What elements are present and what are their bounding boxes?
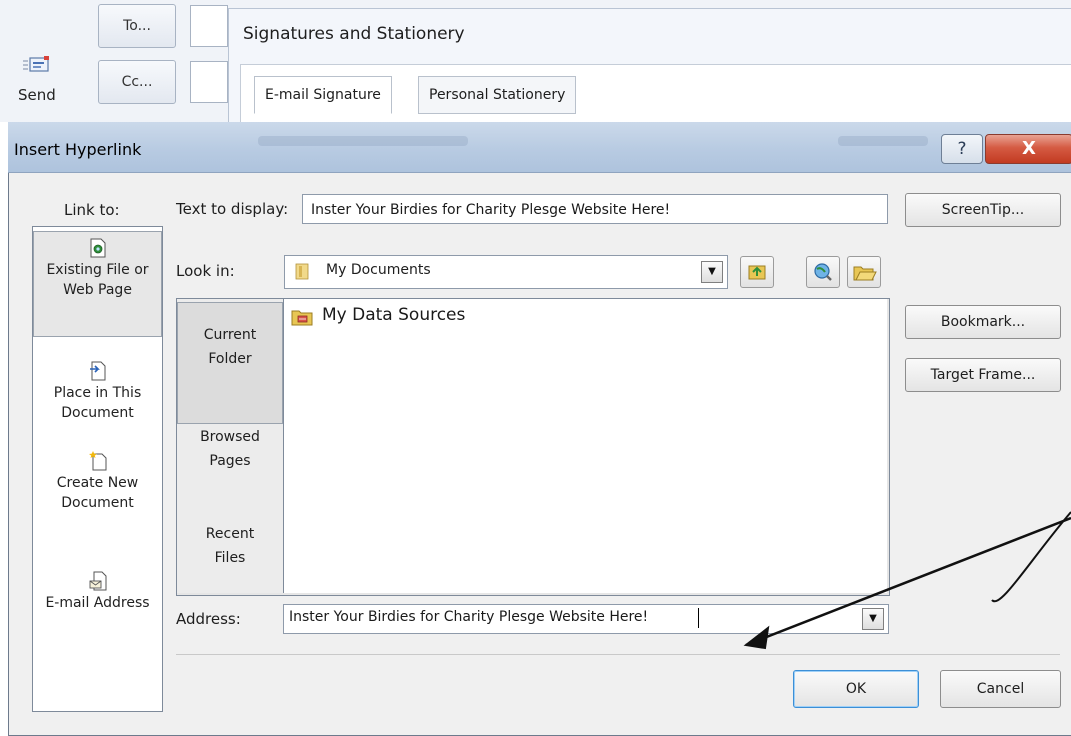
link-to-email-address[interactable]: E-mail Address (33, 565, 162, 613)
cancel-button[interactable]: Cancel (940, 670, 1061, 708)
to-button[interactable]: To... (98, 4, 176, 48)
dialog-title: Insert Hyperlink (14, 140, 142, 159)
file-item-my-data-sources[interactable]: My Data Sources (322, 305, 465, 325)
screentip-button[interactable]: ScreenTip... (905, 193, 1061, 227)
look-in-value: My Documents (326, 262, 431, 278)
folder-icon (295, 263, 309, 280)
browse-web-button[interactable] (806, 256, 840, 288)
send-icon (23, 56, 49, 72)
nav-browsed-pages-line1: Browsed (200, 429, 260, 445)
text-to-display-input[interactable]: Inster Your Birdies for Charity Plesge W… (302, 194, 888, 224)
ok-button[interactable]: OK (793, 670, 919, 708)
data-source-folder-icon (291, 310, 313, 326)
address-label: Address: (176, 610, 241, 628)
to-field[interactable] (190, 5, 228, 47)
link-to-create-new-document[interactable]: Create New Document (33, 445, 162, 513)
tab-personal-stationery[interactable]: Personal Stationery (418, 76, 577, 114)
up-one-folder-button[interactable] (740, 256, 774, 288)
link-to-place-in-document-label: Place in This Document (53, 385, 142, 421)
document-place-icon (89, 361, 105, 381)
cc-button[interactable]: Cc... (98, 60, 176, 104)
send-label: Send (18, 86, 56, 104)
new-document-icon (88, 451, 106, 471)
text-cursor (698, 608, 699, 628)
tab-email-signature[interactable]: E-mail Signature (254, 76, 392, 114)
signatures-dialog-title: Signatures and Stationery (243, 24, 465, 44)
nav-current-folder-line2: Folder (208, 351, 252, 367)
up-folder-icon (748, 265, 766, 280)
dialog-titlebar (8, 122, 1071, 173)
chevron-down-icon: ▼ (708, 266, 716, 277)
nav-current-folder-line1: Current (203, 327, 257, 343)
open-folder-icon (853, 266, 877, 281)
link-to-existing-file[interactable]: Existing File or Web Page (33, 231, 162, 337)
text-to-display-label: Text to display: (176, 200, 289, 218)
close-button[interactable]: X (985, 134, 1071, 164)
nav-current-folder[interactable]: Current Folder (177, 302, 283, 424)
nav-browsed-pages[interactable]: Browsed Pages (177, 425, 283, 473)
link-to-label: Link to: (64, 201, 120, 219)
nav-recent-files-line1: Recent (205, 526, 255, 542)
look-in-label: Look in: (176, 262, 235, 280)
browse-web-icon (814, 263, 832, 281)
browse-file-button[interactable] (847, 256, 881, 288)
nav-recent-files-line2: Files (214, 550, 246, 566)
web-page-icon (90, 238, 105, 258)
link-to-existing-file-label: Existing File or Web Page (46, 262, 149, 298)
link-to-email-address-label: E-mail Address (45, 595, 150, 611)
email-address-icon (89, 571, 106, 591)
target-frame-button[interactable]: Target Frame... (905, 358, 1061, 392)
nav-recent-files[interactable]: Recent Files (177, 522, 283, 570)
annotation-arrow-icon (743, 511, 1071, 650)
address-input[interactable]: Inster Your Birdies for Charity Plesge W… (289, 609, 648, 625)
cc-field[interactable] (190, 61, 228, 103)
bookmark-button[interactable]: Bookmark... (905, 305, 1061, 339)
link-to-panel: Existing File or Web Page Place in This … (32, 226, 163, 712)
nav-browsed-pages-line2: Pages (209, 453, 251, 469)
help-button[interactable]: ? (941, 134, 983, 164)
link-to-create-new-document-label: Create New Document (56, 475, 139, 511)
dialog-separator (176, 654, 1060, 655)
look-in-dropdown-button[interactable]: ▼ (701, 261, 723, 283)
link-to-place-in-document[interactable]: Place in This Document (33, 355, 162, 423)
